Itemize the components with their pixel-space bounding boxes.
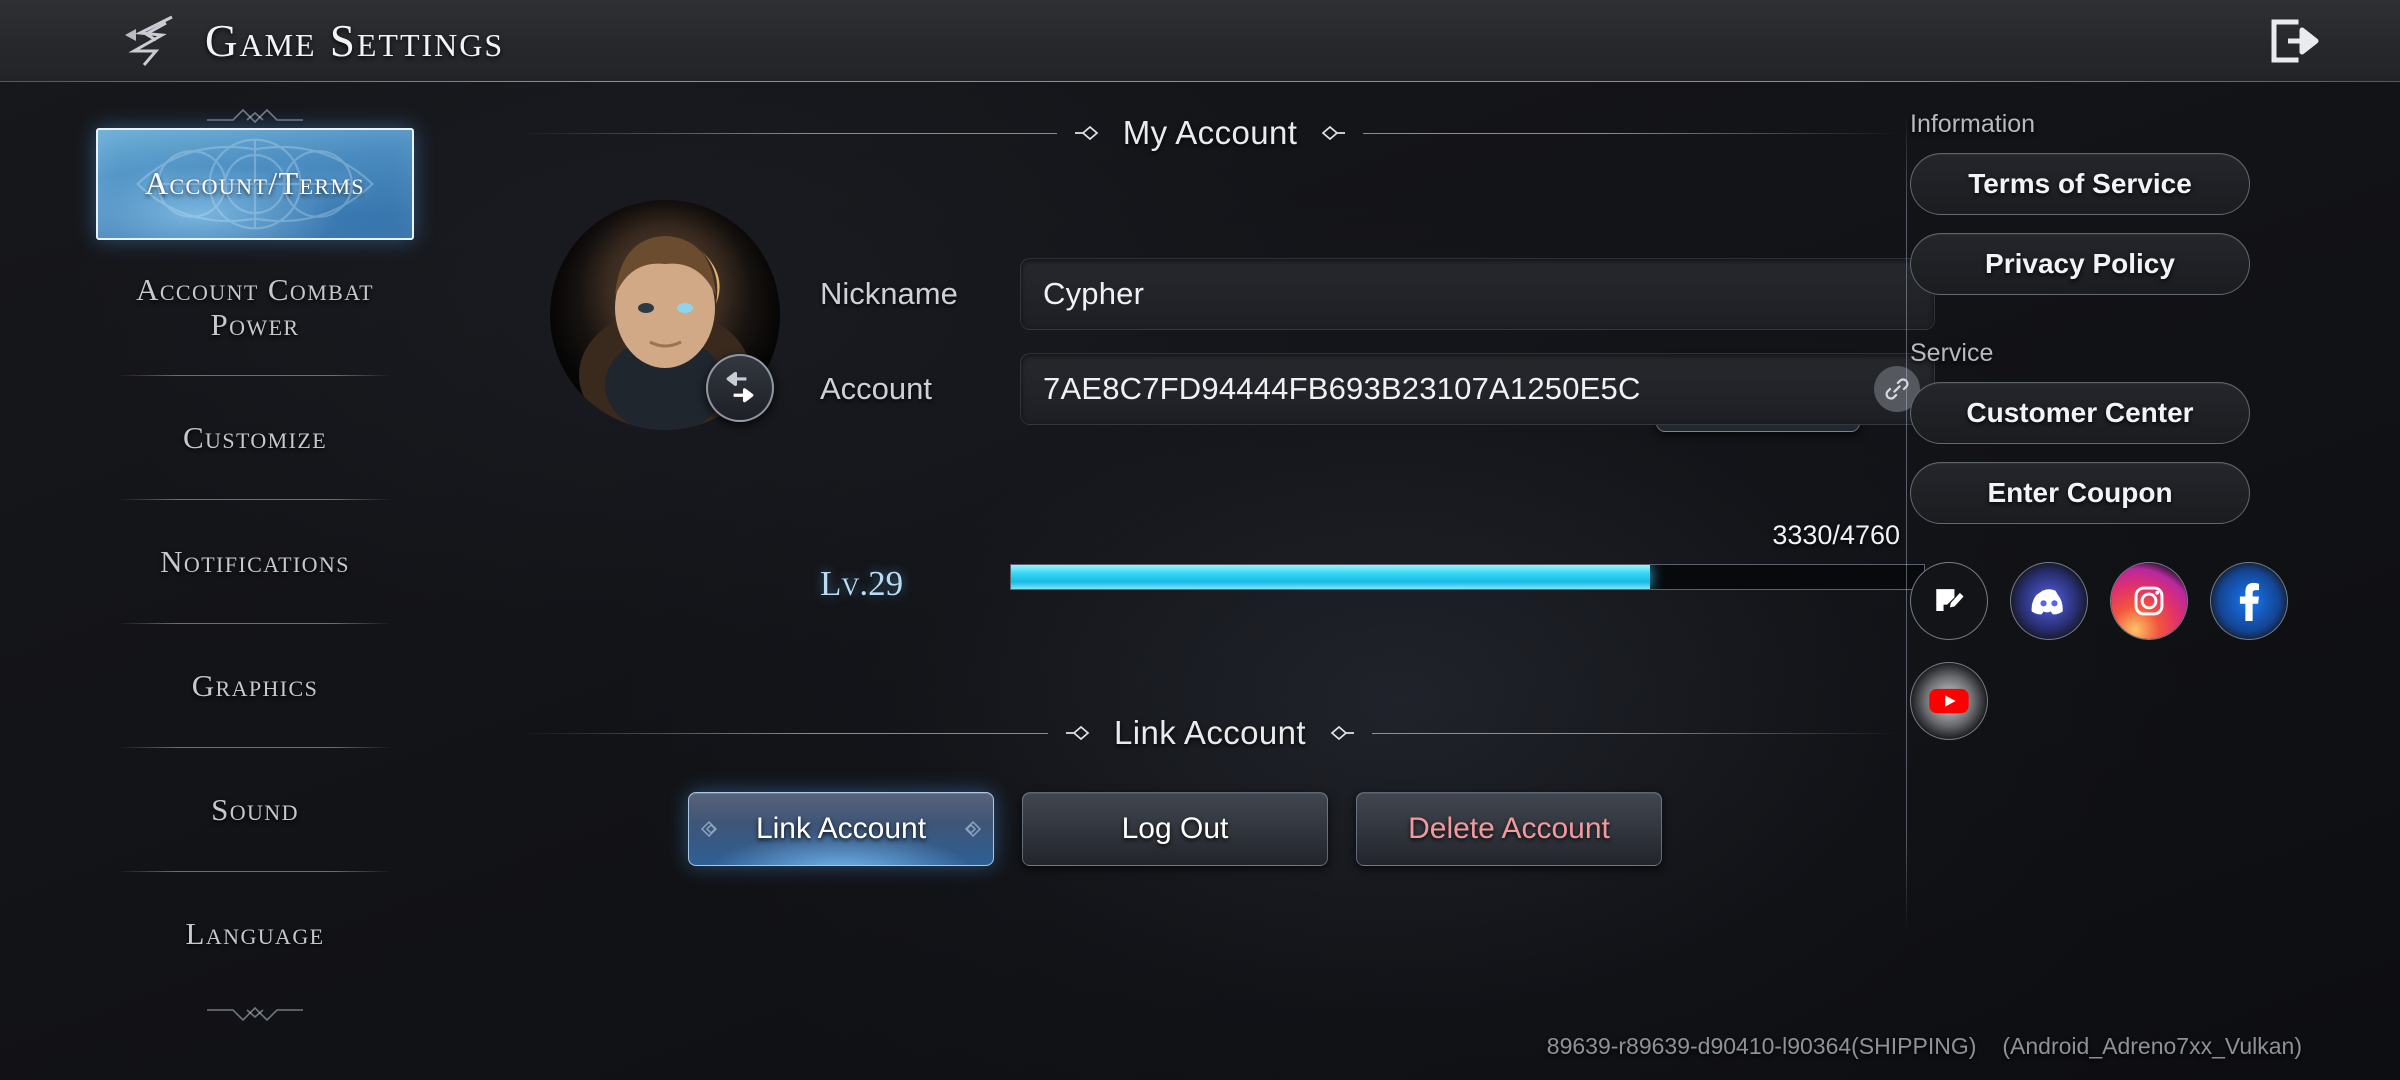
information-heading: Information	[1910, 110, 2036, 138]
button-label: Enter Coupon	[1987, 477, 2173, 508]
section-rule-right	[1371, 732, 1900, 734]
section-rule-left	[520, 132, 1057, 134]
diamond-ornament-icon	[1064, 724, 1098, 742]
account-panel: My Account Nickname Cypher Account 7AE8C…	[520, 110, 1935, 1040]
sidebar-item-label: Account/Terms	[144, 165, 366, 202]
sidebar-nav-list: Account/Terms Account Combat Power Custo…	[96, 128, 414, 996]
section-rule-right	[1363, 132, 1901, 134]
button-label: Link Account	[755, 812, 927, 845]
link-account-section: Link Account Link Account Log Out Delete…	[520, 710, 1900, 866]
button-ornament-icon	[958, 814, 984, 844]
instagram-icon[interactable]	[2110, 562, 2188, 640]
diamond-ornament-icon	[1322, 724, 1356, 742]
game-settings-screen: Game Settings Account/Terms Account Comb…	[0, 0, 2400, 1080]
nickname-value: Cypher	[1043, 276, 1145, 311]
nickname-input[interactable]: Cypher	[1020, 258, 1935, 330]
link-account-button[interactable]: Link Account	[688, 792, 994, 866]
my-account-section-header: My Account	[520, 110, 1901, 156]
right-panel-divider	[1906, 112, 1907, 930]
section-rule-left	[520, 732, 1049, 734]
feedback-icon[interactable]	[1910, 562, 1988, 640]
nickname-label: Nickname	[820, 276, 958, 311]
logout-icon[interactable]	[2264, 14, 2322, 68]
sidebar-ornament-top-icon	[203, 104, 307, 128]
account-id-field[interactable]: 7AE8C7FD94444FB693B23107A1250E5C	[1020, 353, 1935, 425]
build-info-footer: 89639-r89639-d90410-l90364(SHIPPING) (An…	[1547, 1033, 2302, 1060]
character-swap-icon[interactable]	[706, 354, 774, 422]
sidebar-item-label: Sound	[211, 791, 299, 827]
sidebar-item-customize[interactable]: Customize	[96, 376, 414, 500]
customer-center-button[interactable]: Customer Center	[1910, 382, 2250, 444]
xp-progress-bar	[1010, 564, 1925, 590]
platform-info: (Android_Adreno7xx_Vulkan)	[2002, 1033, 2302, 1059]
level-label: Lv.29	[820, 564, 904, 603]
link-account-buttons: Link Account Log Out Delete Account	[520, 792, 1900, 866]
sidebar-item-sound[interactable]: Sound	[96, 748, 414, 872]
button-label: Customer Center	[1966, 397, 2194, 428]
youtube-icon[interactable]	[1910, 662, 1988, 740]
sidebar-item-label: Notifications	[160, 543, 350, 579]
sidebar-ornament-bottom-icon	[203, 1002, 307, 1026]
privacy-policy-button[interactable]: Privacy Policy	[1910, 233, 2250, 295]
sidebar-item-label: Language	[185, 915, 325, 951]
sidebar-item-graphics[interactable]: Graphics	[96, 624, 414, 748]
button-label: Terms of Service	[1968, 168, 2192, 199]
section-title: Link Account	[1114, 714, 1306, 751]
sidebar-item-account-terms[interactable]: Account/Terms	[96, 128, 414, 240]
avatar	[550, 200, 780, 430]
log-out-button[interactable]: Log Out	[1022, 792, 1328, 866]
sidebar-item-label: Graphics	[191, 667, 319, 703]
terms-of-service-button[interactable]: Terms of Service	[1910, 153, 2250, 215]
discord-icon[interactable]	[2010, 562, 2088, 640]
diamond-ornament-icon	[1073, 124, 1107, 142]
sidebar-item-label: Customize	[182, 419, 328, 455]
delete-account-button[interactable]: Delete Account	[1356, 792, 1662, 866]
game-logo-icon	[122, 13, 180, 69]
xp-progress-fill	[1011, 565, 1651, 589]
sidebar-item-language[interactable]: Language	[96, 872, 414, 996]
enter-coupon-button[interactable]: Enter Coupon	[1910, 462, 2250, 524]
link-account-section-header: Link Account	[520, 710, 1900, 756]
sidebar-item-notifications[interactable]: Notifications	[96, 500, 414, 624]
sidebar: Account/Terms Account Combat Power Custo…	[96, 108, 414, 1040]
social-links	[1910, 562, 2290, 740]
section-title: My Account	[1122, 114, 1298, 151]
xp-value: 3330/4760	[1772, 520, 1900, 550]
button-label: Privacy Policy	[1985, 248, 2175, 279]
sidebar-item-label: Account Combat Power	[136, 272, 374, 342]
build-version: 89639-r89639-d90410-l90364(SHIPPING)	[1546, 1033, 1977, 1059]
sidebar-item-account-combat-power[interactable]: Account Combat Power	[96, 240, 414, 376]
button-ornament-icon	[698, 814, 724, 844]
button-label: Delete Account	[1408, 812, 1610, 845]
right-panel: Information Terms of Service Privacy Pol…	[1910, 110, 2310, 930]
account-id-value: 7AE8C7FD94444FB693B23107A1250E5C	[1043, 371, 1641, 406]
button-label: Log Out	[1121, 812, 1229, 845]
facebook-icon[interactable]	[2210, 562, 2288, 640]
nickname-row: Nickname Cypher	[820, 258, 1935, 330]
diamond-ornament-icon	[1313, 124, 1347, 142]
top-bar: Game Settings	[0, 0, 2400, 82]
account-label: Account	[820, 371, 933, 406]
page-title: Game Settings	[205, 15, 505, 66]
account-row: Account 7AE8C7FD94444FB693B23107A1250E5C	[820, 353, 1935, 425]
service-heading: Service	[1910, 339, 1994, 367]
